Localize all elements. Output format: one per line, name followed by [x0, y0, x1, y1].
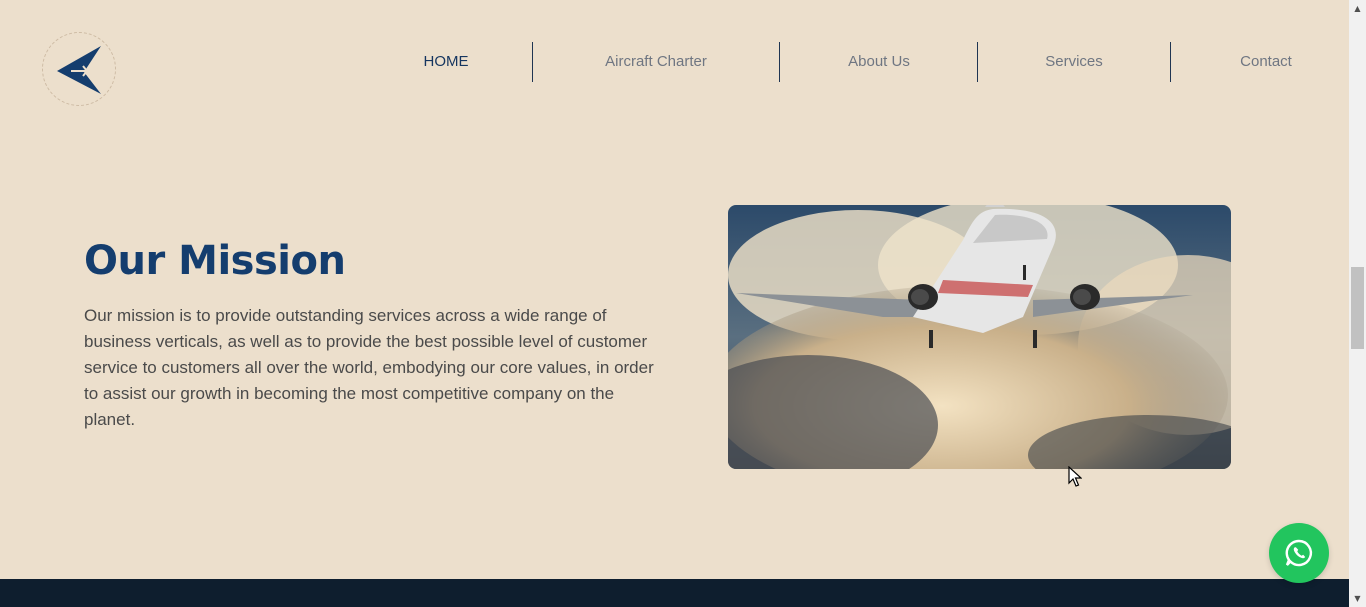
nav-item-services[interactable]: Services [1029, 42, 1119, 82]
nav-divider [532, 42, 533, 82]
whatsapp-icon [1285, 539, 1313, 567]
nav-divider [779, 42, 780, 82]
mission-text: Our mission is to provide outstanding se… [84, 306, 654, 429]
mouse-cursor-icon [1068, 466, 1082, 487]
scrollbar-thumb[interactable] [1351, 267, 1364, 349]
main-nav: HOME Aircraft Charter About Us Services … [0, 42, 1349, 82]
airplane-clouds-image [728, 205, 1231, 469]
nav-item-about-us[interactable]: About Us [829, 42, 929, 82]
scroll-up-icon[interactable]: ▲ [1349, 0, 1366, 17]
nav-item-home[interactable]: HOME [401, 42, 491, 82]
nav-divider [1170, 42, 1171, 82]
nav-item-aircraft-charter[interactable]: Aircraft Charter [586, 42, 726, 82]
nav-divider [977, 42, 978, 82]
page: HOME Aircraft Charter About Us Services … [0, 0, 1349, 607]
nav-item-contact[interactable]: Contact [1226, 42, 1306, 82]
vertical-scrollbar[interactable]: ▲ ▼ [1349, 0, 1366, 607]
footer-band [0, 579, 1349, 607]
scroll-down-icon[interactable]: ▼ [1349, 590, 1366, 607]
mission-title: Our Mission [84, 238, 346, 284]
whatsapp-button[interactable] [1269, 523, 1329, 583]
